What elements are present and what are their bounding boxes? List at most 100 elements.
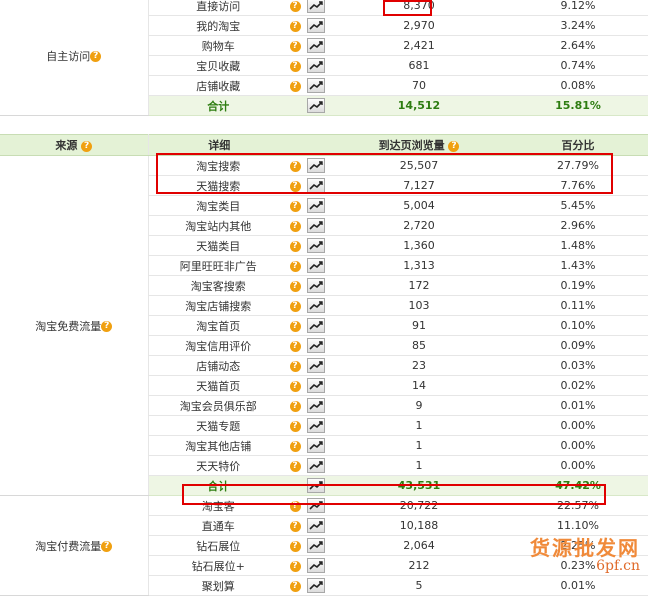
help-icon[interactable]: ? xyxy=(289,0,301,12)
detail-name-label: 店铺收藏 xyxy=(196,79,241,93)
trend-chart-icon[interactable] xyxy=(307,398,325,413)
detail-name[interactable]: 直通车 xyxy=(148,515,288,536)
trend-chart-icon[interactable] xyxy=(307,98,325,113)
trend-chart-icon[interactable] xyxy=(307,558,325,573)
help-icon[interactable]: ? xyxy=(289,340,301,352)
detail-name[interactable]: 天猫类目 xyxy=(148,235,288,256)
views-value: 2,064 xyxy=(330,535,509,556)
percent-value: 2.64% xyxy=(508,35,648,56)
help-icon[interactable]: ? xyxy=(289,300,301,312)
help-icon[interactable]: ? xyxy=(289,220,301,232)
help-icon[interactable]: ? xyxy=(289,240,301,252)
trend-chart-icon[interactable] xyxy=(307,238,325,253)
help-icon[interactable]: ? xyxy=(289,80,301,92)
help-icon[interactable]: ? xyxy=(289,260,301,272)
help-icon[interactable]: ? xyxy=(81,140,93,152)
trend-chart-icon[interactable] xyxy=(307,578,325,593)
detail-name[interactable]: 天猫专题 xyxy=(148,415,288,436)
trend-chart-icon[interactable] xyxy=(307,338,325,353)
help-cell: ? xyxy=(288,515,302,536)
detail-name[interactable]: 钻石展位 xyxy=(148,535,288,556)
detail-name[interactable]: 钻石展位+ xyxy=(148,555,288,576)
detail-name[interactable]: 淘宝客搜索 xyxy=(148,275,288,296)
help-icon[interactable]: ? xyxy=(289,560,301,572)
detail-name[interactable]: 购物车 xyxy=(148,35,288,56)
trend-chart-icon[interactable] xyxy=(307,358,325,373)
help-icon[interactable]: ? xyxy=(289,280,301,292)
detail-name[interactable]: 淘宝首页 xyxy=(148,315,288,336)
detail-name-label: 淘宝客搜索 xyxy=(190,279,246,293)
trend-chart-icon[interactable] xyxy=(307,318,325,333)
help-icon[interactable]: ? xyxy=(289,200,301,212)
detail-name[interactable]: 淘宝站内其他 xyxy=(148,215,288,236)
percent-value-label: 0.00% xyxy=(560,439,596,452)
detail-name[interactable]: 店铺动态 xyxy=(148,355,288,376)
trend-chart-icon[interactable] xyxy=(307,458,325,473)
detail-name[interactable]: 我的淘宝 xyxy=(148,15,288,36)
trend-chart-icon[interactable] xyxy=(307,18,325,33)
help-cell: ? xyxy=(288,435,302,456)
trend-chart-icon[interactable] xyxy=(307,518,325,533)
help-cell: ? xyxy=(288,355,302,376)
help-icon[interactable]: ? xyxy=(289,40,301,52)
detail-name[interactable]: 天猫首页 xyxy=(148,375,288,396)
table-row: 自主访问? 直接访问? 8,370 9.12% xyxy=(0,0,648,116)
help-icon[interactable]: ? xyxy=(90,51,102,62)
views-value: 1 xyxy=(330,415,509,436)
trend-chart-icon[interactable] xyxy=(307,418,325,433)
help-icon[interactable]: ? xyxy=(289,540,301,552)
help-icon[interactable]: ? xyxy=(289,440,301,452)
watermark: 货源批发网 6pf.cn xyxy=(530,535,640,574)
trend-chart-icon[interactable] xyxy=(307,538,325,553)
detail-name-label: 淘宝会员俱乐部 xyxy=(179,399,257,413)
help-icon[interactable]: ? xyxy=(289,460,301,472)
trend-cell xyxy=(302,575,331,596)
trend-chart-icon[interactable] xyxy=(307,278,325,293)
trend-chart-icon[interactable] xyxy=(307,438,325,453)
help-icon[interactable]: ? xyxy=(289,400,301,412)
help-icon[interactable]: ? xyxy=(289,420,301,432)
detail-name[interactable]: 天天特价 xyxy=(148,455,288,476)
trend-chart-icon[interactable] xyxy=(307,198,325,213)
help-icon[interactable]: ? xyxy=(289,360,301,372)
detail-name-label: 钻石展位 xyxy=(196,539,241,553)
trend-chart-icon[interactable] xyxy=(307,0,325,13)
detail-name[interactable]: 聚划算 xyxy=(148,575,288,596)
help-icon[interactable]: ? xyxy=(101,321,113,332)
trend-chart-icon[interactable] xyxy=(307,58,325,73)
trend-cell xyxy=(302,195,331,216)
trend-cell xyxy=(302,55,330,76)
views-value-label: 9 xyxy=(415,399,423,412)
views-value: 172 xyxy=(330,275,509,296)
detail-name[interactable]: 淘宝信用评价 xyxy=(148,335,288,356)
help-icon[interactable]: ? xyxy=(289,60,301,72)
trend-chart-icon[interactable] xyxy=(307,38,325,53)
help-icon[interactable]: ? xyxy=(289,320,301,332)
detail-name[interactable]: 淘宝店铺搜索 xyxy=(148,295,288,316)
percent-value: 0.00% xyxy=(508,415,648,436)
detail-name[interactable]: 淘宝会员俱乐部 xyxy=(148,395,288,416)
help-icon[interactable]: ? xyxy=(448,140,460,152)
trend-chart-icon[interactable] xyxy=(307,78,325,93)
help-icon[interactable]: ? xyxy=(289,380,301,392)
detail-name[interactable]: 淘宝类目 xyxy=(148,195,288,216)
percent-value: 0.10% xyxy=(508,315,648,336)
detail-name[interactable]: 宝贝收藏 xyxy=(148,55,288,76)
detail-name[interactable]: 直接访问 xyxy=(148,0,288,16)
views-value-label: 10,188 xyxy=(399,519,439,532)
help-icon[interactable]: ? xyxy=(101,541,113,552)
detail-name[interactable]: 阿里旺旺非广告 xyxy=(148,255,288,276)
help-icon[interactable]: ? xyxy=(289,520,301,532)
percent-value-label: 0.01% xyxy=(560,399,596,412)
help-icon[interactable]: ? xyxy=(289,20,301,32)
trend-chart-icon[interactable] xyxy=(307,258,325,273)
help-icon[interactable]: ? xyxy=(289,580,301,592)
trend-chart-icon[interactable] xyxy=(307,298,325,313)
detail-name-label: 天猫类目 xyxy=(196,239,241,253)
trend-chart-icon[interactable] xyxy=(307,218,325,233)
source-label: 淘宝免费流量 xyxy=(35,319,102,333)
detail-name[interactable]: 店铺收藏 xyxy=(148,75,288,96)
detail-name[interactable]: 淘宝其他店铺 xyxy=(148,435,288,456)
trend-chart-icon[interactable] xyxy=(307,378,325,393)
percent-value: 0.00% xyxy=(508,455,648,476)
